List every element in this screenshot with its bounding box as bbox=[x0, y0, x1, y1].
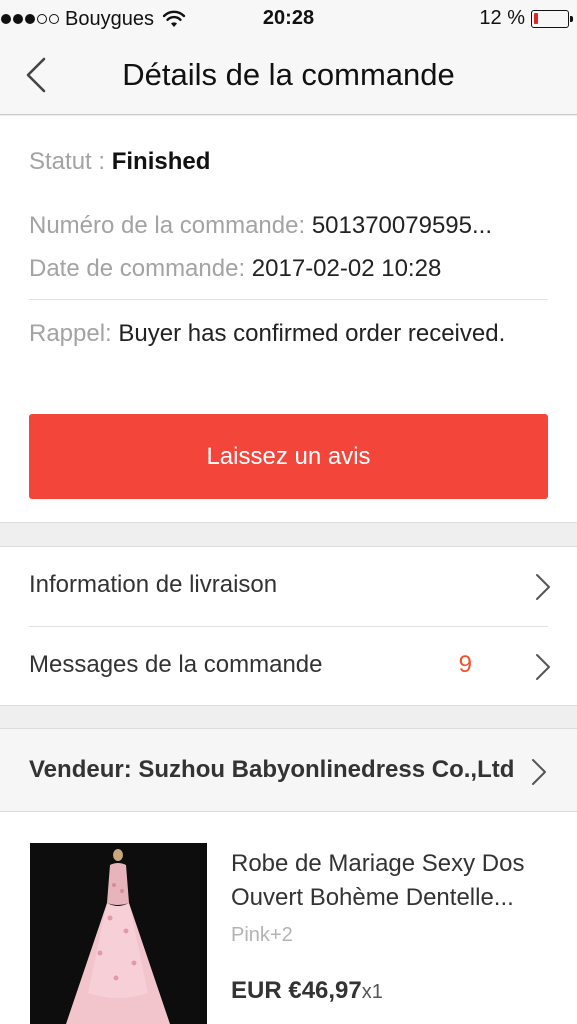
messages-count-badge: 9 bbox=[458, 651, 472, 678]
chevron-right-icon bbox=[532, 759, 546, 785]
order-messages-label: Messages de la commande bbox=[29, 651, 323, 678]
seller-row[interactable]: Vendeur: Suzhou Babyonlinedress Co.,Ltd bbox=[0, 728, 577, 812]
order-summary-card: Statut : Finished Numéro de la commande:… bbox=[0, 116, 577, 523]
navigation-bar: Détails de la commande bbox=[0, 38, 577, 115]
status-right: 12 % bbox=[479, 7, 573, 30]
dress-image bbox=[30, 843, 207, 1024]
order-date-row: Date de commande: 2017-02-02 10:28 bbox=[29, 255, 441, 283]
product-variant: Pink+2 bbox=[231, 924, 293, 946]
chevron-right-icon bbox=[536, 654, 550, 680]
battery-icon bbox=[531, 9, 573, 28]
order-number-label: Numéro de la commande: bbox=[29, 212, 306, 239]
chevron-right-icon bbox=[536, 574, 550, 600]
order-messages-item[interactable]: Messages de la commande 9 bbox=[0, 627, 577, 706]
order-date-value: 2017-02-02 10:28 bbox=[251, 255, 442, 282]
product-title: Robe de Mariage Sexy Dos Ouvert Bohème D… bbox=[231, 850, 525, 911]
order-menu-card: Information de livraison Messages de la … bbox=[0, 546, 577, 706]
status-label: Statut : bbox=[29, 148, 106, 175]
divider bbox=[29, 299, 548, 300]
order-date-label: Date de commande: bbox=[29, 255, 246, 282]
leave-review-button[interactable]: Laissez un avis bbox=[29, 414, 548, 499]
product-quantity: x1 bbox=[361, 981, 383, 1003]
product-price-row: EUR €46,97x1 bbox=[231, 977, 383, 1005]
product-price: EUR €46,97 bbox=[231, 977, 362, 1004]
seller-name: Vendeur: Suzhou Babyonlinedress Co.,Ltd bbox=[29, 756, 515, 783]
product-item[interactable]: Robe de Mariage Sexy Dos Ouvert Bohème D… bbox=[0, 812, 577, 1024]
reminder-label: Rappel: bbox=[29, 320, 112, 347]
status-row: Statut : Finished bbox=[29, 148, 210, 176]
page-title: Détails de la commande bbox=[122, 57, 455, 92]
reminder-row: Rappel: Buyer has confirmed order receiv… bbox=[29, 317, 549, 351]
order-number-row: Numéro de la commande: 501370079595... bbox=[29, 212, 492, 240]
shipping-info-item[interactable]: Information de livraison bbox=[0, 547, 577, 626]
shipping-info-label: Information de livraison bbox=[29, 571, 278, 598]
status-value: Finished bbox=[111, 148, 211, 175]
status-bar: Bouygues 20:28 12 % bbox=[0, 0, 577, 38]
order-number-value: 501370079595... bbox=[311, 212, 492, 239]
battery-percent: 12 % bbox=[479, 7, 525, 29]
reminder-value: Buyer has confirmed order received. bbox=[118, 320, 506, 347]
product-image[interactable] bbox=[30, 843, 207, 1024]
